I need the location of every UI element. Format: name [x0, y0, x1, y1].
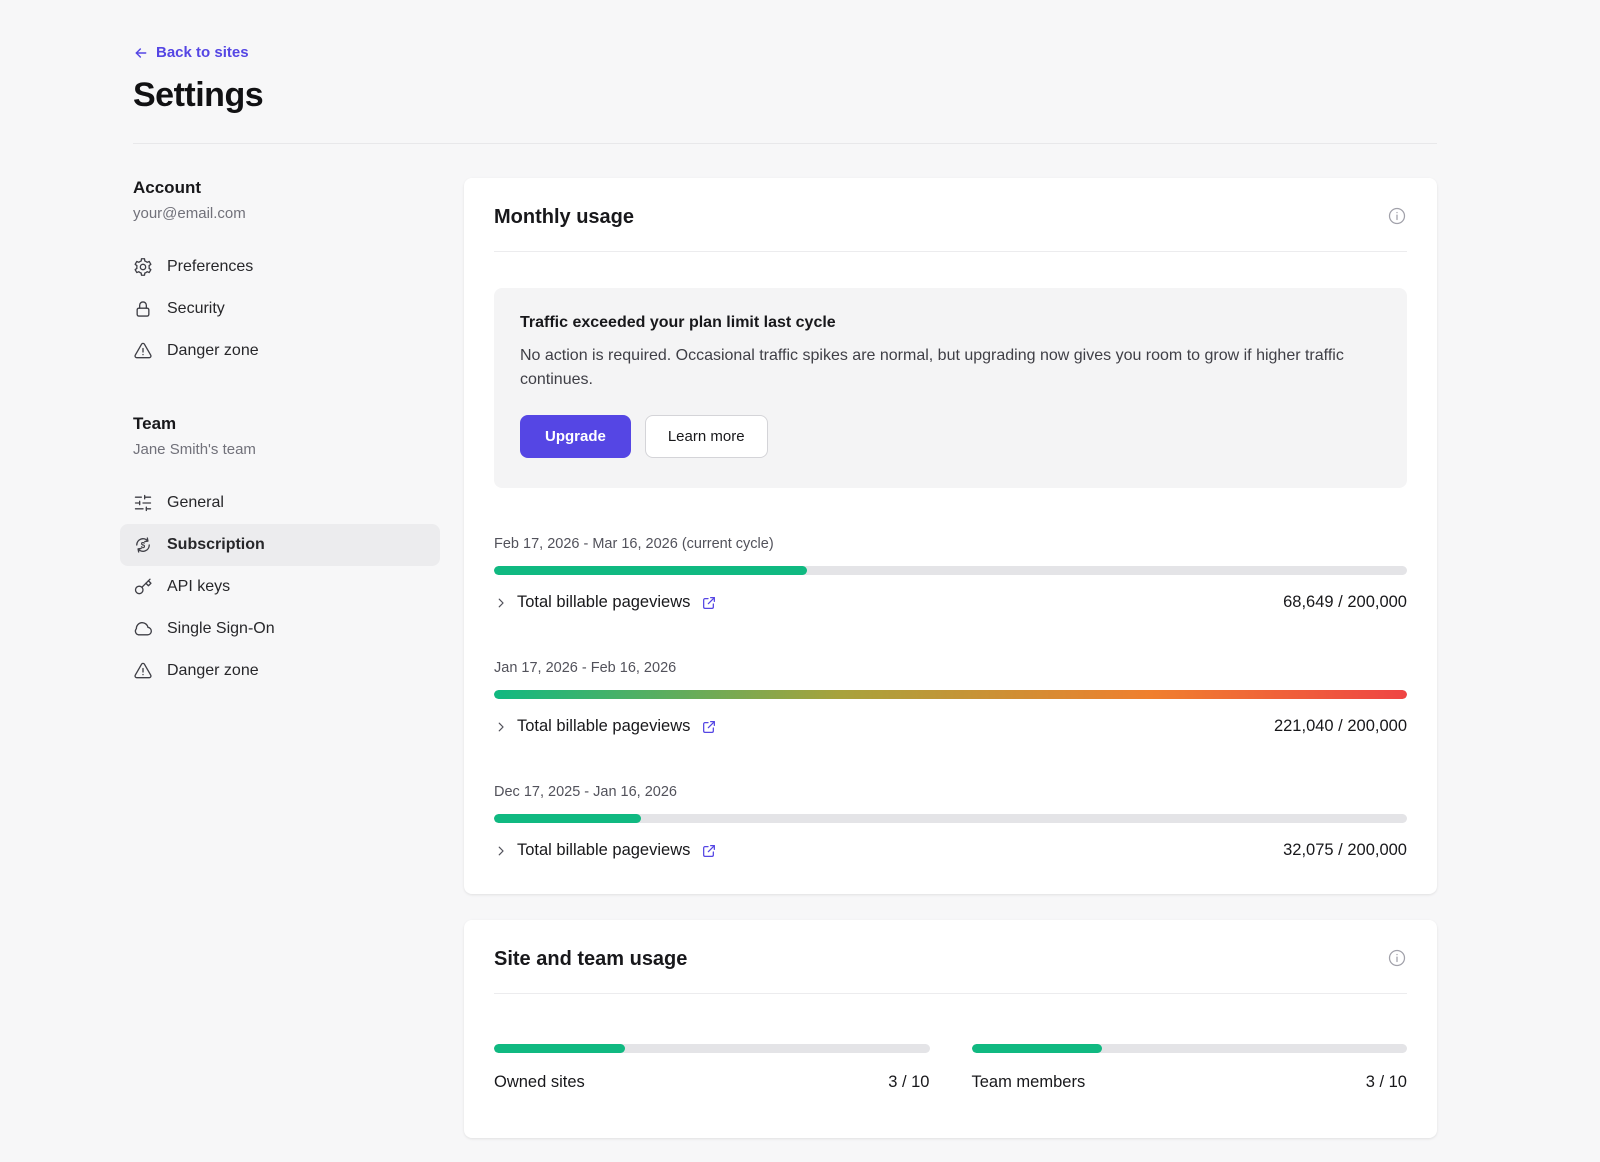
account-section: Account your@email.com Preferences Secur…: [133, 178, 440, 372]
cycle-date-range: Feb 17, 2026 - Mar 16, 2026 (current cyc…: [494, 536, 1407, 552]
sidebar-item-label: Preferences: [167, 258, 253, 276]
team-members-stat: Team members 3 / 10: [972, 1030, 1408, 1092]
usage-value: 68,649 / 200,000: [1283, 593, 1407, 612]
sidebar-item-single-sign-on[interactable]: Single Sign-On: [120, 608, 440, 650]
learn-more-button[interactable]: Learn more: [645, 415, 768, 458]
sidebar-item-label: Subscription: [167, 536, 265, 554]
team-nav: General Subscription API keys Single Sig…: [120, 482, 440, 692]
warning-icon: [133, 341, 153, 361]
external-link-icon[interactable]: [701, 595, 717, 611]
account-nav: Preferences Security Danger zone: [120, 246, 440, 372]
notice-body: No action is required. Occasional traffi…: [520, 344, 1381, 394]
owned-sites-stat: Owned sites 3 / 10: [494, 1030, 930, 1092]
usage-value: 32,075 / 200,000: [1283, 841, 1407, 860]
chevron-right-icon: [494, 596, 508, 610]
usage-cycle-previous: Jan 17, 2026 - Feb 16, 2026 Total billab…: [494, 660, 1407, 736]
monthly-usage-title: Monthly usage: [494, 206, 634, 229]
team-name: Jane Smith's team: [133, 441, 440, 458]
stat-label: Owned sites: [494, 1073, 585, 1092]
account-email: your@email.com: [133, 205, 440, 222]
usage-value: 221,040 / 200,000: [1274, 717, 1407, 736]
arrow-left-icon: [133, 45, 149, 61]
key-icon: [133, 577, 153, 597]
billable-pageviews-toggle[interactable]: Total billable pageviews: [494, 841, 717, 860]
settings-sidebar: Account your@email.com Preferences Secur…: [133, 178, 440, 692]
metric-label: Total billable pageviews: [517, 841, 690, 860]
chevron-right-icon: [494, 844, 508, 858]
sidebar-item-label: Security: [167, 300, 225, 318]
settings-page: Back to sites Settings Account your@emai…: [0, 0, 1600, 1162]
subscription-dollar-icon: [133, 535, 153, 555]
upgrade-button[interactable]: Upgrade: [520, 415, 631, 458]
card-divider: [494, 993, 1407, 994]
usage-progress-fill-overlimit: [494, 690, 1407, 699]
usage-progress-fill: [494, 814, 641, 823]
cycle-date-range: Dec 17, 2025 - Jan 16, 2026: [494, 784, 1407, 800]
info-icon[interactable]: [1387, 206, 1407, 226]
settings-content: Monthly usage Traffic exceeded your plan…: [464, 178, 1437, 1162]
sidebar-item-security[interactable]: Security: [120, 288, 440, 330]
site-team-usage-title: Site and team usage: [494, 948, 687, 971]
billable-pageviews-toggle[interactable]: Total billable pageviews: [494, 593, 717, 612]
sidebar-item-preferences[interactable]: Preferences: [120, 246, 440, 288]
account-heading: Account: [133, 178, 440, 198]
external-link-icon[interactable]: [701, 719, 717, 735]
sidebar-item-label: Single Sign-On: [167, 620, 275, 638]
info-icon[interactable]: [1387, 948, 1407, 968]
chevron-right-icon: [494, 720, 508, 734]
team-heading: Team: [133, 414, 440, 434]
sidebar-item-label: API keys: [167, 578, 230, 596]
page-title: Settings: [133, 76, 1437, 115]
sidebar-item-general[interactable]: General: [120, 482, 440, 524]
sidebar-item-label: Danger zone: [167, 342, 259, 360]
usage-progress-fill: [494, 566, 807, 575]
notice-title: Traffic exceeded your plan limit last cy…: [520, 314, 1381, 332]
usage-cycle-current: Feb 17, 2026 - Mar 16, 2026 (current cyc…: [494, 536, 1407, 612]
sidebar-item-team-danger-zone[interactable]: Danger zone: [120, 650, 440, 692]
sidebar-item-label: General: [167, 494, 224, 512]
sliders-icon: [133, 493, 153, 513]
sidebar-item-subscription[interactable]: Subscription: [120, 524, 440, 566]
usage-progress-bar: [494, 690, 1407, 699]
team-members-progress-bar: [972, 1044, 1408, 1053]
sidebar-item-label: Danger zone: [167, 662, 259, 680]
sidebar-item-account-danger-zone[interactable]: Danger zone: [120, 330, 440, 372]
team-members-progress-fill: [972, 1044, 1103, 1053]
cloud-icon: [133, 619, 153, 639]
usage-progress-bar: [494, 566, 1407, 575]
usage-cycle-older: Dec 17, 2025 - Jan 16, 2026 Total billab…: [494, 784, 1407, 860]
stat-value: 3 / 10: [888, 1073, 929, 1092]
stat-value: 3 / 10: [1366, 1073, 1407, 1092]
sidebar-item-api-keys[interactable]: API keys: [120, 566, 440, 608]
warning-icon: [133, 661, 153, 681]
owned-sites-progress-fill: [494, 1044, 625, 1053]
gear-icon: [133, 257, 153, 277]
billable-pageviews-toggle[interactable]: Total billable pageviews: [494, 717, 717, 736]
site-team-usage-card: Site and team usage Owned sites 3 / 10: [464, 920, 1437, 1138]
metric-label: Total billable pageviews: [517, 717, 690, 736]
usage-progress-bar: [494, 814, 1407, 823]
header-divider: [133, 143, 1437, 144]
external-link-icon[interactable]: [701, 843, 717, 859]
lock-icon: [133, 299, 153, 319]
stat-label: Team members: [972, 1073, 1086, 1092]
monthly-usage-card: Monthly usage Traffic exceeded your plan…: [464, 178, 1437, 895]
team-section: Team Jane Smith's team General Subscript…: [133, 414, 440, 692]
card-divider: [494, 251, 1407, 252]
back-link-label: Back to sites: [156, 44, 249, 61]
owned-sites-progress-bar: [494, 1044, 930, 1053]
traffic-exceeded-notice: Traffic exceeded your plan limit last cy…: [494, 288, 1407, 489]
metric-label: Total billable pageviews: [517, 593, 690, 612]
back-to-sites-link[interactable]: Back to sites: [133, 44, 249, 61]
cycle-date-range: Jan 17, 2026 - Feb 16, 2026: [494, 660, 1407, 676]
